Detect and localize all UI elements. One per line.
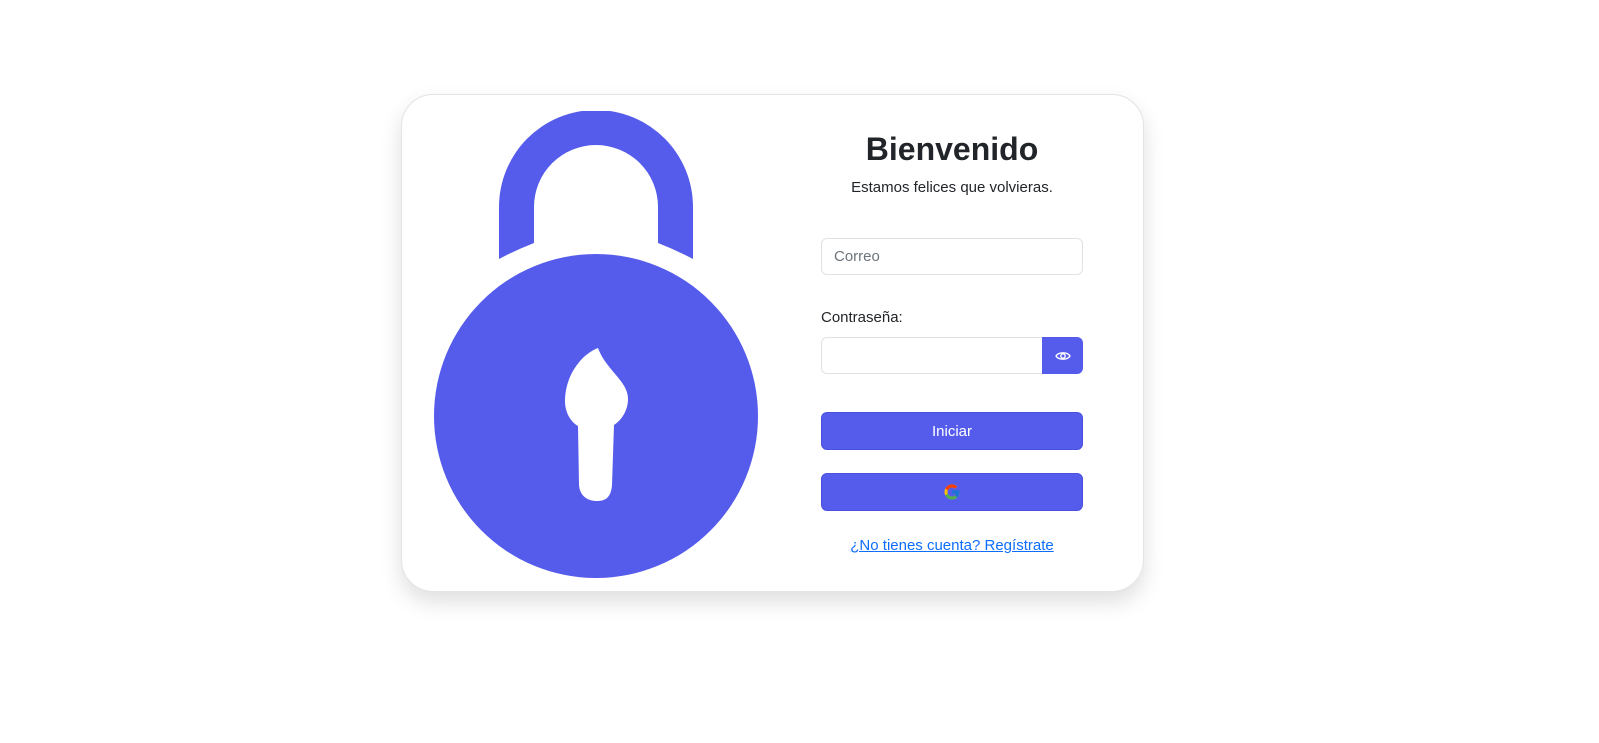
google-login-button[interactable] bbox=[821, 473, 1083, 511]
google-icon bbox=[944, 484, 960, 500]
toggle-password-button[interactable] bbox=[1042, 337, 1083, 374]
login-card: Bienvenido Estamos felices que volvieras… bbox=[401, 94, 1144, 592]
eye-icon bbox=[1054, 351, 1071, 360]
password-group bbox=[821, 337, 1083, 374]
password-field[interactable] bbox=[821, 337, 1042, 374]
email-field[interactable] bbox=[821, 238, 1083, 275]
register-link[interactable]: ¿No tienes cuenta? Regístrate bbox=[821, 537, 1083, 554]
login-form: Bienvenido Estamos felices que volvieras… bbox=[821, 95, 1083, 591]
login-button[interactable]: Iniciar bbox=[821, 412, 1083, 450]
subtitle: Estamos felices que volvieras. bbox=[851, 179, 1053, 196]
padlock-icon bbox=[434, 111, 758, 578]
page-title: Bienvenido bbox=[865, 131, 1039, 167]
password-label: Contraseña: bbox=[821, 309, 903, 326]
